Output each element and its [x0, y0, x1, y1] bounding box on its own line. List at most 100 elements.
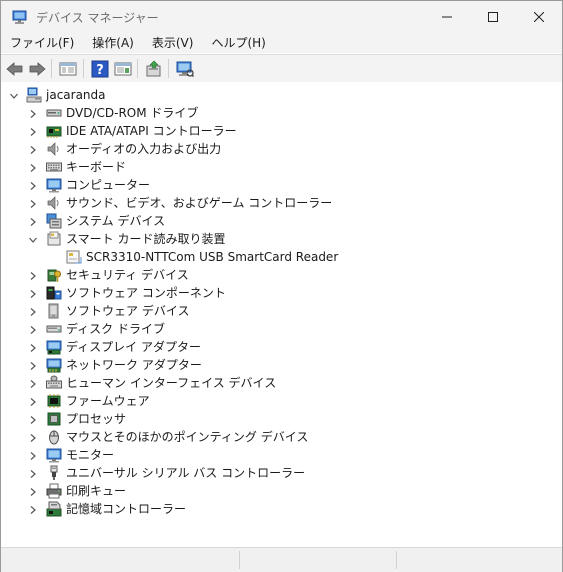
device-tree[interactable]: jacaranda DVD/CD-ROM ドライブ IDE ATA/ATAPI コン…: [1, 82, 562, 546]
tree-item-icon: [46, 357, 62, 373]
chevron-down-icon: [10, 93, 18, 99]
tree-item[interactable]: ディスプレイ アダプター: [1, 338, 562, 356]
chevron-right-icon: [30, 434, 36, 442]
chevron-right-icon: [30, 308, 36, 316]
tree-item-label: ソフトウェア コンポーネント: [66, 286, 226, 300]
menu-view[interactable]: 表示(V): [143, 33, 203, 53]
close-button[interactable]: [516, 1, 562, 33]
keyboard-icon: [46, 162, 62, 172]
collapse-toggle[interactable]: [9, 90, 19, 100]
chevron-down-icon: [29, 237, 37, 243]
tree-item[interactable]: ソフトウェア コンポーネント: [1, 284, 562, 302]
scan-hardware-icon: [176, 61, 194, 78]
tree-item[interactable]: ユニバーサル シリアル バス コントローラー: [1, 464, 562, 482]
expand-toggle[interactable]: [28, 144, 38, 154]
expand-toggle[interactable]: [28, 324, 38, 334]
tree-item-label: ヒューマン インターフェイス デバイス: [66, 376, 277, 390]
maximize-button[interactable]: [470, 1, 516, 33]
collapse-toggle[interactable]: [28, 234, 38, 244]
tree-child-item[interactable]: SCR3310-NTTCom USB SmartCard Reader: [1, 248, 562, 266]
status-pane-divider: [239, 551, 240, 569]
tree-item-label: ソフトウェア デバイス: [66, 304, 190, 318]
tree-item[interactable]: ソフトウェア デバイス: [1, 302, 562, 320]
expand-toggle[interactable]: [28, 450, 38, 460]
tree-item[interactable]: ファームウェア: [1, 392, 562, 410]
menu-file[interactable]: ファイル(F): [1, 33, 83, 53]
expand-toggle[interactable]: [28, 468, 38, 478]
tree-item[interactable]: コンピューター: [1, 176, 562, 194]
properties-button[interactable]: [113, 59, 133, 79]
show-hide-console-tree-button[interactable]: [58, 59, 78, 79]
tree-item[interactable]: 記憶域コントローラー: [1, 500, 562, 518]
tree-item-icon: [46, 411, 62, 427]
ide-controller-icon: [46, 126, 62, 138]
tree-item[interactable]: DVD/CD-ROM ドライブ: [1, 104, 562, 122]
chevron-right-icon: [30, 218, 36, 226]
tree-item-label: プロセッサ: [66, 412, 127, 426]
expand-toggle[interactable]: [28, 504, 38, 514]
chevron-right-icon: [30, 326, 36, 334]
tree-item[interactable]: オーディオの入力および出力: [1, 140, 562, 158]
tree-item[interactable]: システム デバイス: [1, 212, 562, 230]
minimize-button[interactable]: [424, 1, 470, 33]
tree-item[interactable]: サウンド、ビデオ、およびゲーム コントローラー: [1, 194, 562, 212]
expand-toggle[interactable]: [28, 414, 38, 424]
expand-toggle[interactable]: [28, 162, 38, 172]
expand-toggle[interactable]: [28, 306, 38, 316]
scan-hardware-button[interactable]: [175, 59, 195, 79]
tree-root-computer[interactable]: jacaranda: [1, 86, 562, 104]
expand-toggle[interactable]: [28, 108, 38, 118]
back-button[interactable]: [5, 59, 25, 79]
tree-item[interactable]: ディスク ドライブ: [1, 320, 562, 338]
title-bar[interactable]: デバイス マネージャー: [1, 1, 562, 33]
menu-action[interactable]: 操作(A): [83, 33, 143, 53]
expand-toggle[interactable]: [28, 270, 38, 280]
expand-toggle[interactable]: [28, 288, 38, 298]
help-button[interactable]: ?: [90, 59, 110, 79]
tree-item-label: SCR3310-NTTCom USB SmartCard Reader: [86, 250, 339, 264]
tree-item-icon: [46, 375, 62, 391]
mouse-icon: [49, 430, 59, 445]
toolbar-separator: [137, 59, 138, 78]
chevron-right-icon: [30, 200, 36, 208]
tree-item-label: スマート カード読み取り装置: [66, 232, 226, 246]
tree-item-icon: [46, 159, 62, 175]
tree-item[interactable]: プロセッサ: [1, 410, 562, 428]
tree-item-label: オーディオの入力および出力: [66, 142, 222, 156]
tree-item[interactable]: スマート カード読み取り装置: [1, 230, 562, 248]
tree-item[interactable]: キーボード: [1, 158, 562, 176]
update-driver-button[interactable]: [144, 59, 164, 79]
tree-item[interactable]: セキュリティ デバイス: [1, 266, 562, 284]
tree-item[interactable]: モニター: [1, 446, 562, 464]
help-icon: ?: [91, 60, 109, 78]
tree-item-icon: [46, 231, 62, 247]
smart-card-device-icon: [66, 250, 82, 264]
expand-toggle[interactable]: [28, 126, 38, 136]
chevron-right-icon: [30, 164, 36, 172]
tree-item[interactable]: IDE ATA/ATAPI コントローラー: [1, 122, 562, 140]
expand-toggle[interactable]: [28, 198, 38, 208]
expand-toggle[interactable]: [28, 378, 38, 388]
tree-item[interactable]: マウスとそのほかのポインティング デバイス: [1, 428, 562, 446]
expand-toggle[interactable]: [28, 360, 38, 370]
forward-button[interactable]: [27, 59, 47, 79]
tree-item-icon: [46, 483, 62, 499]
expand-toggle[interactable]: [28, 180, 38, 190]
expand-toggle[interactable]: [28, 486, 38, 496]
tree-item[interactable]: ヒューマン インターフェイス デバイス: [1, 374, 562, 392]
tree-item[interactable]: 印刷キュー: [1, 482, 562, 500]
firmware-icon: [47, 394, 61, 408]
expand-toggle[interactable]: [28, 396, 38, 406]
window-title: デバイス マネージャー: [36, 10, 159, 25]
processor-icon: [47, 412, 61, 426]
device-manager-window: デバイス マネージャー ファイル(F) 操作(A) 表示(V) ヘルプ(H) ?…: [0, 0, 563, 572]
chevron-right-icon: [30, 416, 36, 424]
menu-help[interactable]: ヘルプ(H): [202, 33, 274, 53]
tree-item-icon: [46, 501, 62, 517]
expand-toggle[interactable]: [28, 216, 38, 226]
show-hide-console-tree-icon: [59, 62, 77, 76]
back-icon: [6, 62, 23, 76]
expand-toggle[interactable]: [28, 432, 38, 442]
tree-item[interactable]: ネットワーク アダプター: [1, 356, 562, 374]
expand-toggle[interactable]: [28, 342, 38, 352]
